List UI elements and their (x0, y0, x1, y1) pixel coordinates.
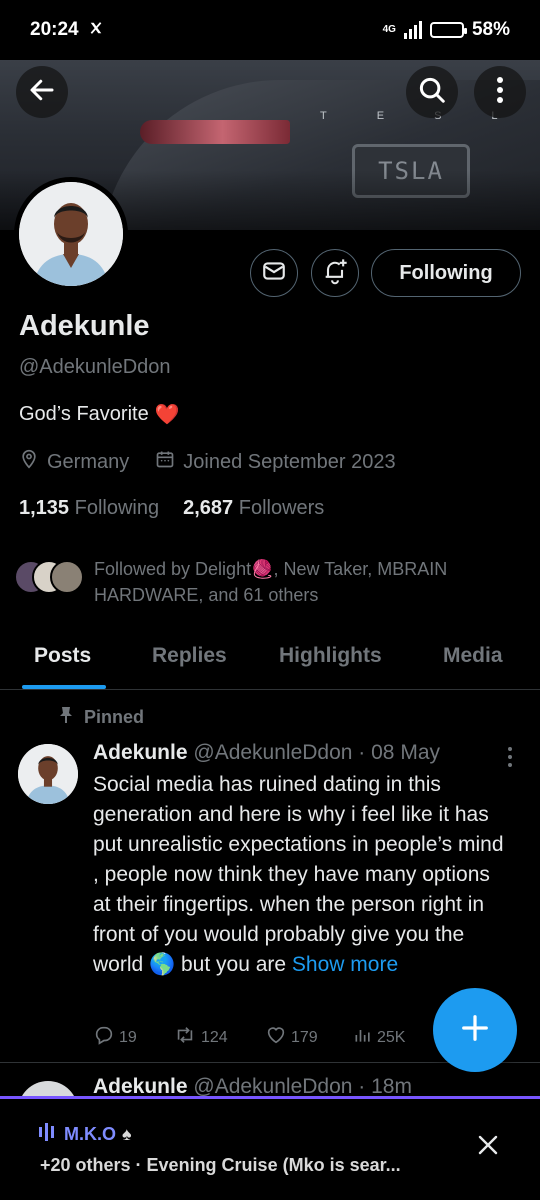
followers-label: Followers (238, 497, 325, 519)
battery-percent: 58% (471, 19, 510, 40)
tweet-author: Adekunle (93, 741, 188, 764)
following-stat[interactable]: 1,135 Following (19, 497, 159, 520)
signal-icon (403, 21, 422, 39)
active-tab-indicator (22, 685, 106, 689)
message-button[interactable] (250, 249, 298, 297)
tweet-body: Social media has ruined dating in this g… (93, 773, 504, 976)
close-icon (476, 1133, 500, 1162)
space-subtitle: +20 others · Evening Cruise (Mko is sear… (40, 1155, 401, 1175)
bio-text: God’s Favorite (19, 403, 149, 425)
reply-count: 19 (119, 1028, 137, 1046)
tab-replies[interactable]: Replies (152, 644, 227, 668)
banner-brand-letter: T (320, 110, 329, 122)
following-button[interactable]: Following (371, 249, 521, 297)
show-more-link[interactable]: Show more (292, 953, 398, 976)
tweet-handle-date: @AdekunleDdon · 08 May (193, 741, 440, 764)
search-button[interactable] (406, 66, 458, 118)
pinned-label: Pinned (84, 707, 145, 727)
profile-tabs: Posts Replies Highlights Media (0, 630, 540, 690)
views-action[interactable]: 25K (353, 1024, 433, 1051)
avatar (50, 560, 84, 594)
tab-media[interactable]: Media (443, 644, 503, 668)
space-close-button[interactable] (470, 1129, 506, 1165)
like-count: 179 (291, 1028, 318, 1046)
banner-taillight (140, 120, 290, 144)
compose-button[interactable] (433, 988, 517, 1072)
repost-count: 124 (201, 1028, 228, 1046)
status-time: 20:24 (30, 19, 79, 40)
profile-stats: 1,135 Following 2,687 Followers (19, 497, 324, 520)
followed-by[interactable]: Followed by Delight🧶, New Taker, MBRAIN … (14, 556, 514, 608)
tweet-author: Adekunle (93, 1075, 188, 1098)
reply-icon (93, 1024, 115, 1051)
status-bar: 20:24 4G 58% (0, 0, 540, 60)
space-host: M.K.O ♠ (38, 1123, 132, 1146)
status-right: 4G 58% (383, 19, 510, 41)
notifications-button[interactable] (311, 249, 359, 297)
status-left: 20:24 (30, 19, 103, 41)
followers-stat[interactable]: 2,687 Followers (183, 497, 324, 520)
profile-avatar[interactable] (14, 177, 128, 291)
repost-icon (173, 1024, 197, 1051)
battery-icon (429, 22, 467, 38)
profile-location: Germany (47, 450, 130, 473)
space-host-emoji: ♠ (122, 1124, 132, 1144)
bio-heart-emoji: ❤️ (154, 404, 180, 426)
space-host-name: M.K.O (64, 1124, 116, 1144)
reply-action[interactable]: 19 (93, 1024, 173, 1051)
bell-plus-icon (321, 257, 349, 290)
x-logo-icon (89, 19, 103, 41)
plus-icon (460, 1013, 490, 1048)
location-pin-icon (19, 449, 39, 475)
pin-icon (58, 706, 74, 729)
avatar (19, 182, 123, 286)
heart-icon (265, 1024, 287, 1051)
profile-name: Adekunle (19, 310, 150, 342)
back-button[interactable] (16, 66, 68, 118)
profile-bio: God’s Favorite ❤️ (19, 402, 180, 427)
search-icon (417, 75, 447, 110)
like-action[interactable]: 179 (265, 1024, 353, 1051)
tab-posts[interactable]: Posts (34, 644, 91, 668)
tweet-text[interactable]: Social media has ruined dating in this g… (93, 770, 513, 980)
back-arrow-icon (27, 75, 57, 110)
space-dock[interactable]: M.K.O ♠ +20 others · Evening Cruise (Mko… (0, 1096, 540, 1200)
profile-meta: Germany Joined September 2023 (19, 449, 396, 475)
audio-bars-icon (38, 1123, 58, 1146)
more-vertical-icon (496, 76, 504, 109)
profile-handle: @AdekunleDdon (19, 356, 171, 378)
tweet-handle-date: @AdekunleDdon · 18m (193, 1075, 412, 1098)
views-icon (353, 1025, 373, 1050)
network-label: 4G (382, 24, 396, 35)
tweet-header[interactable]: Adekunle @AdekunleDdon · 08 May (93, 741, 440, 765)
following-label: Following (74, 497, 160, 519)
views-count: 25K (377, 1028, 406, 1046)
mail-icon (261, 258, 287, 289)
more-button[interactable] (474, 66, 526, 118)
tweet-actions: 19 124 179 25K (93, 1024, 433, 1051)
followed-by-text: Followed by Delight🧶, New Taker, MBRAIN … (94, 559, 448, 605)
tab-highlights[interactable]: Highlights (279, 644, 382, 668)
tweet-more-button[interactable] (500, 743, 520, 771)
calendar-icon (155, 449, 175, 475)
profile-joined: Joined September 2023 (183, 450, 396, 473)
banner-brand-letter: E (376, 110, 387, 122)
followed-by-avatars (14, 556, 86, 596)
repost-action[interactable]: 124 (173, 1024, 265, 1051)
following-count: 1,135 (19, 497, 70, 519)
pinned-indicator: Pinned (58, 706, 144, 729)
followers-count: 2,687 (183, 497, 234, 519)
avatar[interactable] (18, 744, 78, 804)
